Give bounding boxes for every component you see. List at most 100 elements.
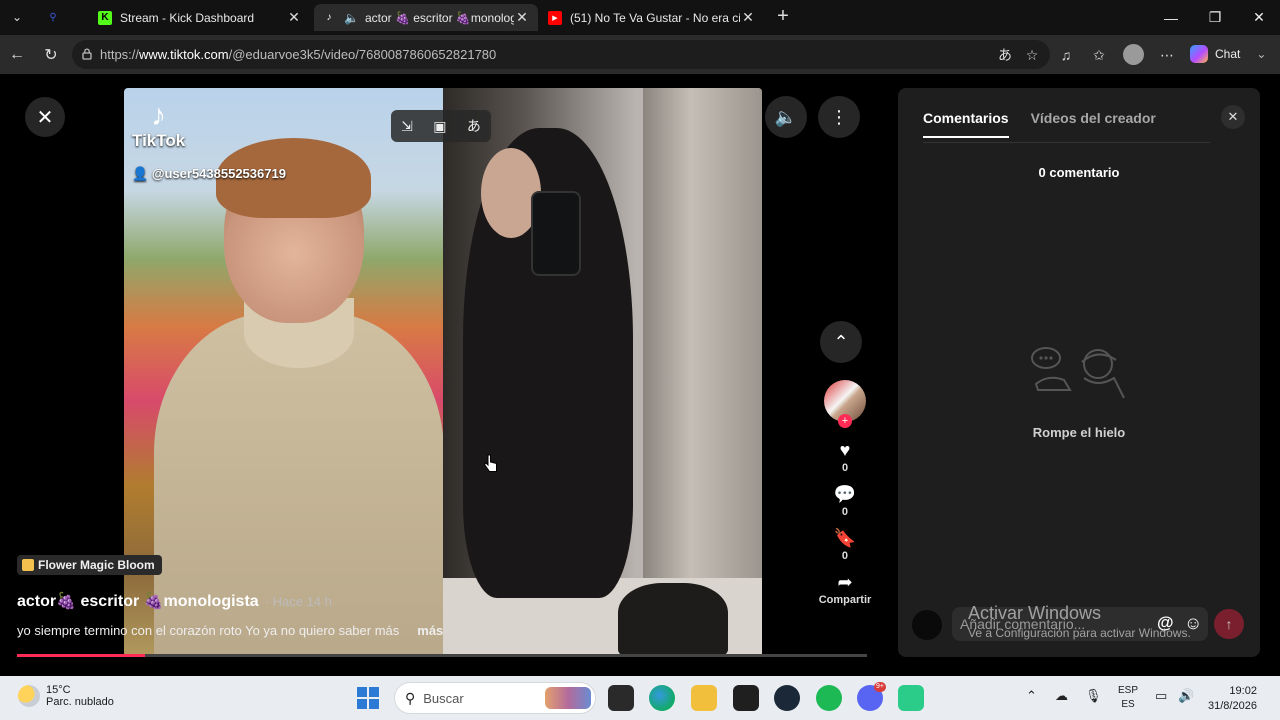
reload-button[interactable]: ↻ [39,43,63,67]
comment-button[interactable]: 💬 0 [834,484,856,518]
tab-comentarios[interactable]: Comentarios [923,110,1009,138]
picture-in-picture-icon[interactable]: ▣ [433,118,446,135]
tab-kick-dashboard[interactable]: K Stream - Kick Dashboard ✕ [90,4,310,31]
divider [923,142,1210,143]
like-count: 0 [841,462,849,474]
chevron-down-icon[interactable]: ⌄ [1256,47,1266,61]
previous-video-button[interactable]: ⌃ [820,321,862,363]
tiktok-video-viewer: ✕ ♪ TikTok 👤 @user5438552536719 ⇲ ▣ あ 🔈 … [0,74,1280,676]
activation-subtitle: Ve a Configuración para activar Windows. [968,626,1191,640]
task-view-icon[interactable] [608,685,634,711]
tab-search[interactable]: ⚲ [38,4,86,31]
favorites-icon[interactable]: ✩ [1088,44,1110,66]
lang-top: ESP [1118,685,1139,696]
arrow-up-icon: ↑ [1225,616,1233,632]
video-progress-bar[interactable] [17,654,867,657]
panel-tabs: Comentarios Vídeos del creador [923,110,1178,138]
copilot-chat-button[interactable]: Chat ⌄ [1190,43,1266,65]
minimize-button[interactable]: — [1149,0,1193,35]
video-title[interactable]: actor🍇 escritor 🍇monologista [17,591,259,611]
watermark-username-text: @user5438552536719 [151,166,286,181]
close-tab-icon[interactable]: ✕ [286,9,302,26]
video-title-row: actor🍇 escritor 🍇monologista · Hace 14 h [17,591,847,611]
activation-title: Activar Windows [968,603,1102,623]
translate-icon[interactable]: あ [467,116,481,136]
close-icon: ✕ [36,106,54,129]
restore-button[interactable]: ❐ [1193,0,1237,35]
creator-avatar[interactable]: + [824,380,866,428]
tiktok-logo-icon: ♪ [151,99,167,132]
heart-icon: ♥ [839,440,851,460]
video-progress-fill [17,654,145,657]
close-window-button[interactable]: ✕ [1237,0,1280,35]
video-floating-controls: ⇲ ▣ あ [391,110,491,142]
tab-title: actor 🍇 escritor 🍇monologi [364,10,514,25]
onedrive-icon[interactable]: ☁ [1055,688,1068,704]
close-tab-icon[interactable]: ✕ [740,9,756,26]
chevron-up-icon: ⌃ [833,331,849,352]
network-icon[interactable]: ▭ [1155,688,1167,704]
tiktok-watermark: ♪ TikTok [132,100,185,150]
comment-count: 0 [841,506,849,518]
like-button[interactable]: ♥ 0 [840,440,851,474]
follow-plus-icon[interactable]: + [838,414,852,428]
kick-app-icon[interactable] [898,685,924,711]
close-tab-icon[interactable]: ✕ [514,9,530,26]
taskbar-search[interactable]: ⚲ Buscar [394,682,596,714]
show-hidden-icons[interactable]: ⌃ [1026,688,1037,704]
spotify-icon[interactable] [816,685,842,711]
back-button[interactable]: ← [5,43,29,67]
mini-player-icon[interactable]: ⇲ [401,118,413,135]
hand-cursor-icon [484,454,497,472]
system-clock[interactable]: 19:02 31/8/2026 [1208,684,1257,714]
send-comment-button[interactable]: ↑ [1214,609,1244,639]
epic-games-icon[interactable] [733,685,759,711]
favorite-star-icon[interactable]: ☆ [1021,44,1043,66]
edge-icon[interactable] [649,685,675,711]
video-description-row: yo siempre termino con el corazón roto Y… [17,623,847,638]
close-viewer-button[interactable]: ✕ [25,97,65,137]
media-control-icon[interactable]: ♫ [1055,44,1077,66]
clock-time: 19:02 [1229,685,1257,697]
tab-actions-menu-button[interactable]: ⌄ [6,6,28,28]
close-panel-button[interactable]: ✕ [1221,105,1245,129]
tab-youtube[interactable]: ▶ (51) No Te Va Gustar - No era ciert ✕ [540,4,764,31]
site-info-icon[interactable] [80,47,94,61]
start-button[interactable] [357,687,379,709]
steam-icon[interactable] [774,685,800,711]
arrow-left-icon: ← [9,46,25,63]
effect-icon [22,559,34,571]
language-indicator[interactable]: ESP ES [1118,684,1138,712]
video-caption: Flower Magic Bloom actor🍇 escritor 🍇mono… [17,555,847,638]
empty-comments-text: Rompe el hielo [1032,425,1126,440]
url-path: /@eduarvoe3k5/video/7680087860652821780 [228,47,497,62]
profile-avatar[interactable] [1123,44,1144,65]
microphone-icon[interactable]: 🎙 [1085,688,1102,704]
tab-title: (51) No Te Va Gustar - No era ciert [570,10,740,25]
windows-logo-icon [357,687,367,697]
translate-icon[interactable]: あ [994,44,1016,66]
copilot-icon [1190,45,1208,63]
volume-icon: 🔈 [774,106,798,127]
volume-button[interactable]: 🔈 [765,96,807,138]
see-more-link[interactable]: más [417,623,443,638]
video-shape [643,88,762,583]
watermark-username: 👤 @user5438552536719 [132,166,286,182]
chevron-down-icon: ⌄ [11,10,23,24]
effect-tag[interactable]: Flower Magic Bloom [17,555,162,575]
weather-widget[interactable]: 15°C Parc. nublado [18,684,114,708]
url-bar[interactable]: https://www.tiktok.com/@eduarvoe3k5/vide… [72,40,1050,69]
tab-tiktok[interactable]: ♪ 🔈 actor 🍇 escritor 🍇monologi ✕ [314,4,538,31]
address-toolbar: ← ↻ https://www.tiktok.com/@eduarvoe3k5/… [0,35,1280,74]
new-tab-button[interactable]: + [772,6,794,28]
more-options-button[interactable]: ⋮ [818,96,860,138]
user-icon: 👤 [132,166,149,181]
tab-videos-del-creador[interactable]: Vídeos del creador [1031,110,1156,138]
empty-comments-illustration [1031,347,1125,399]
comment-total: 0 comentario [1038,165,1120,180]
volume-tray-icon[interactable]: 🔊 [1178,688,1194,704]
file-explorer-icon[interactable] [691,685,717,711]
kick-icon: K [98,10,112,25]
speaker-icon[interactable]: 🔈 [344,11,359,25]
more-menu-icon[interactable]: ⋯ [1156,44,1178,66]
